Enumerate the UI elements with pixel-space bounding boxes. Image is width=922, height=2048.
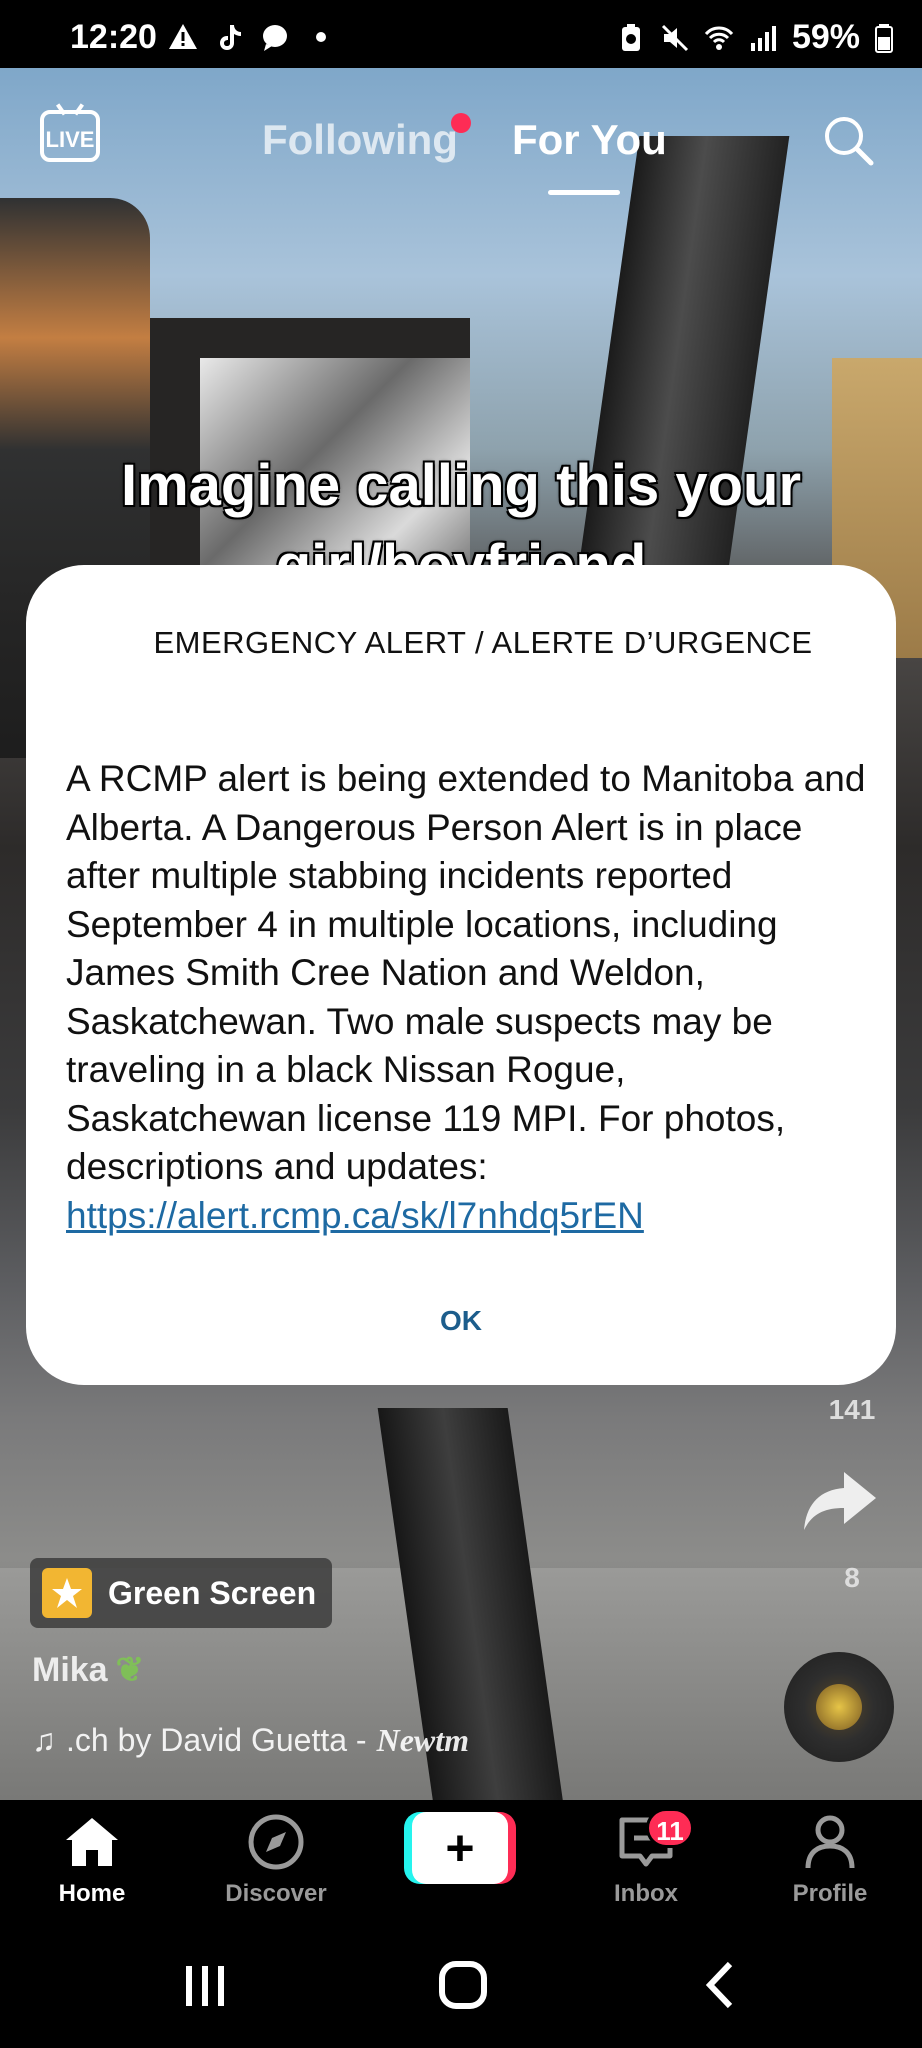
status-system-icons: 59% xyxy=(616,18,894,57)
home-button-icon[interactable] xyxy=(428,1950,498,2020)
alert-title: EMERGENCY ALERT / ALERTE D’URGENCE xyxy=(153,625,813,660)
nav-profile-label: Profile xyxy=(792,1880,868,1907)
share-count: 8 xyxy=(844,1562,860,1593)
nav-inbox[interactable]: 11 Inbox xyxy=(576,1800,716,1920)
screen: Imagine calling this your girl/boyfriend… xyxy=(0,0,922,2048)
dot-icon xyxy=(316,32,326,42)
tab-for-you[interactable]: For You xyxy=(512,116,667,164)
alert-message: A RCMP alert is being extended to Manito… xyxy=(66,758,866,1187)
video-caption-line1: Imagine calling this your xyxy=(120,453,802,518)
alert-body: A RCMP alert is being extended to Manito… xyxy=(66,755,866,1240)
battery-icon xyxy=(875,23,893,53)
home-icon xyxy=(66,1818,118,1866)
battery-percent: 59% xyxy=(791,18,860,56)
nav-inbox-label: Inbox xyxy=(614,1880,678,1907)
music-note-icon: ♫ xyxy=(32,1722,56,1758)
battery-saver-icon xyxy=(621,23,640,51)
status-notification-icons xyxy=(168,22,336,52)
effect-chip-label: Green Screen xyxy=(108,1574,317,1611)
profile-icon xyxy=(805,1815,855,1869)
ok-button[interactable]: OK xyxy=(26,1305,896,1337)
tab-following[interactable]: Following xyxy=(262,116,458,164)
notification-dot xyxy=(451,113,471,133)
share-icon[interactable] xyxy=(800,1466,880,1536)
warning-icon xyxy=(169,24,197,49)
creator-username[interactable]: Mika ❦ xyxy=(32,1650,144,1690)
alert-link[interactable]: https://alert.rcmp.ca/sk/l7nhdq5rEN xyxy=(66,1192,866,1241)
plus-icon: + xyxy=(412,1812,508,1884)
nav-discover-label: Discover xyxy=(225,1880,327,1907)
music-row[interactable]: ♫ .ch by David Guetta - Newtm xyxy=(32,1722,469,1759)
live-icon[interactable]: LIVE xyxy=(40,110,100,162)
sprout-icon: ❦ xyxy=(115,1651,145,1689)
nav-home-label: Home xyxy=(58,1880,126,1907)
wifi-icon xyxy=(704,26,734,50)
active-tab-indicator xyxy=(548,190,620,195)
search-icon[interactable] xyxy=(822,114,874,166)
tiktok-icon xyxy=(220,25,241,50)
nav-discover[interactable]: Discover xyxy=(206,1800,346,1920)
mute-icon xyxy=(661,24,688,51)
back-icon[interactable] xyxy=(686,1950,756,2020)
messenger-icon xyxy=(263,25,287,51)
system-nav-bar xyxy=(0,1920,922,2048)
inbox-badge: 11 xyxy=(646,1808,694,1848)
recent-apps-icon[interactable] xyxy=(170,1950,240,2020)
nav-profile[interactable]: Profile xyxy=(760,1800,900,1920)
music-disc[interactable] xyxy=(784,1652,894,1762)
compass-icon xyxy=(248,1814,304,1870)
create-button[interactable]: + xyxy=(404,1812,516,1884)
comment-count: 141 xyxy=(828,1394,876,1425)
bottom-nav: Home Discover + 11 Inbox Profile xyxy=(0,1800,922,1920)
creator-username-text: Mika xyxy=(32,1651,108,1689)
status-time: 12:20 xyxy=(70,18,157,56)
music-disc-avatar xyxy=(816,1684,862,1730)
emergency-alert-dialog: EMERGENCY ALERT / ALERTE D’URGENCE A RCM… xyxy=(26,565,896,1385)
status-bar: 12:20 59% xyxy=(0,0,922,68)
nav-home[interactable]: Home xyxy=(22,1800,162,1920)
signal-icon xyxy=(750,25,776,51)
music-title-strong: Newtm xyxy=(376,1722,470,1758)
green-screen-effect-icon xyxy=(42,1568,92,1618)
effect-chip[interactable]: Green Screen xyxy=(30,1558,332,1628)
music-title: .ch by David Guetta - xyxy=(66,1722,367,1758)
